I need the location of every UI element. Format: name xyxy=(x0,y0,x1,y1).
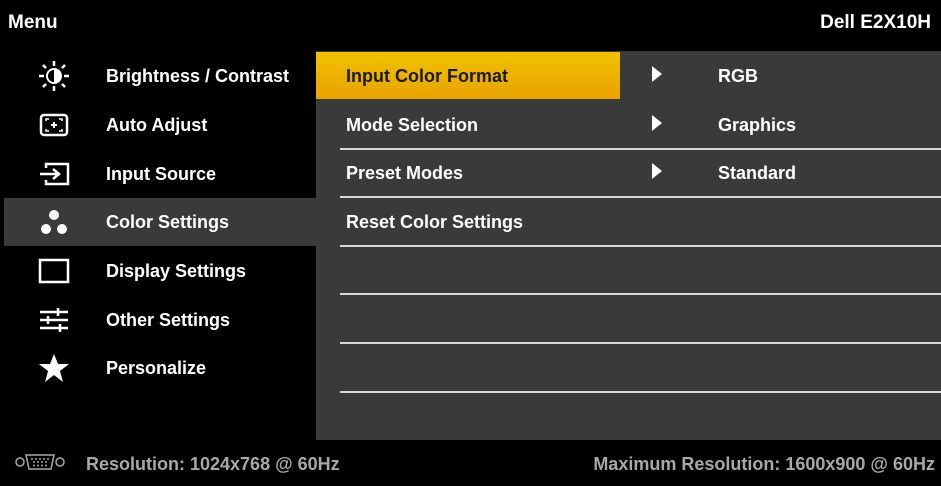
monitor-model: Dell E2X10H xyxy=(820,12,931,33)
menu-title: Menu xyxy=(8,12,58,33)
divider xyxy=(340,245,941,247)
menu-row-input-color-format[interactable]: Input Color Format RGB xyxy=(316,52,941,100)
divider xyxy=(340,391,941,393)
vga-connector-icon xyxy=(14,452,66,472)
submenu-arrow-icon xyxy=(652,115,662,131)
menu-row-preset-modes[interactable]: Preset Modes Standard xyxy=(316,149,941,197)
star-icon xyxy=(36,353,72,383)
row-label: Reset Color Settings xyxy=(346,212,524,232)
row-value: Graphics xyxy=(718,115,797,135)
row-label: Preset Modes xyxy=(346,163,464,183)
sidebar-item-label: Input Source xyxy=(106,164,217,184)
divider xyxy=(340,342,941,344)
sidebar-item-label: Display Settings xyxy=(106,261,247,281)
osd-menu: Menu Dell E2X10H Brightness / Contrast A… xyxy=(0,0,941,486)
maximum-resolution: Maximum Resolution: 1600x900 @ 60Hz xyxy=(593,454,935,474)
other-settings-icon xyxy=(36,305,72,335)
row-label: Input Color Format xyxy=(346,66,508,86)
sidebar-item-display-settings[interactable]: Display Settings xyxy=(4,247,316,295)
color-settings-icon xyxy=(36,207,72,237)
submenu-arrow-icon xyxy=(652,163,662,179)
sidebar-item-auto-adjust[interactable]: Auto Adjust xyxy=(4,101,316,149)
title-bar: Menu Dell E2X10H xyxy=(0,0,941,44)
menu-row-mode-selection[interactable]: Mode Selection Graphics xyxy=(316,101,941,149)
sidebar-item-label: Color Settings xyxy=(106,212,230,232)
current-resolution: Resolution: 1024x768 @ 60Hz xyxy=(86,454,340,474)
row-label: Mode Selection xyxy=(346,115,479,135)
row-value: RGB xyxy=(718,66,758,86)
sidebar-item-input-source[interactable]: Input Source xyxy=(4,150,316,198)
sidebar-item-other-settings[interactable]: Other Settings xyxy=(4,296,316,344)
auto-adjust-icon xyxy=(36,110,72,140)
submenu-arrow-icon xyxy=(652,66,662,82)
sidebar-item-label: Brightness / Contrast xyxy=(106,66,290,86)
status-footer: Resolution: 1024x768 @ 60Hz Maximum Reso… xyxy=(0,440,941,486)
color-settings-panel: Input Color Format RGB Mode Selection Gr… xyxy=(316,51,941,440)
sidebar: Brightness / Contrast Auto Adjust Input … xyxy=(4,44,316,440)
input-source-icon xyxy=(36,159,72,189)
sidebar-item-label: Personalize xyxy=(106,358,207,378)
sidebar-item-personalize[interactable]: Personalize xyxy=(4,344,316,392)
sidebar-item-label: Other Settings xyxy=(106,310,231,330)
brightness-icon xyxy=(36,61,72,91)
sidebar-item-label: Auto Adjust xyxy=(106,115,208,135)
sidebar-item-brightness-contrast[interactable]: Brightness / Contrast xyxy=(4,52,316,100)
row-value: Standard xyxy=(718,163,797,183)
display-settings-icon xyxy=(36,256,72,286)
sidebar-item-color-settings[interactable]: Color Settings xyxy=(4,198,316,246)
menu-row-reset-color-settings[interactable]: Reset Color Settings xyxy=(316,198,941,246)
divider xyxy=(340,293,941,295)
